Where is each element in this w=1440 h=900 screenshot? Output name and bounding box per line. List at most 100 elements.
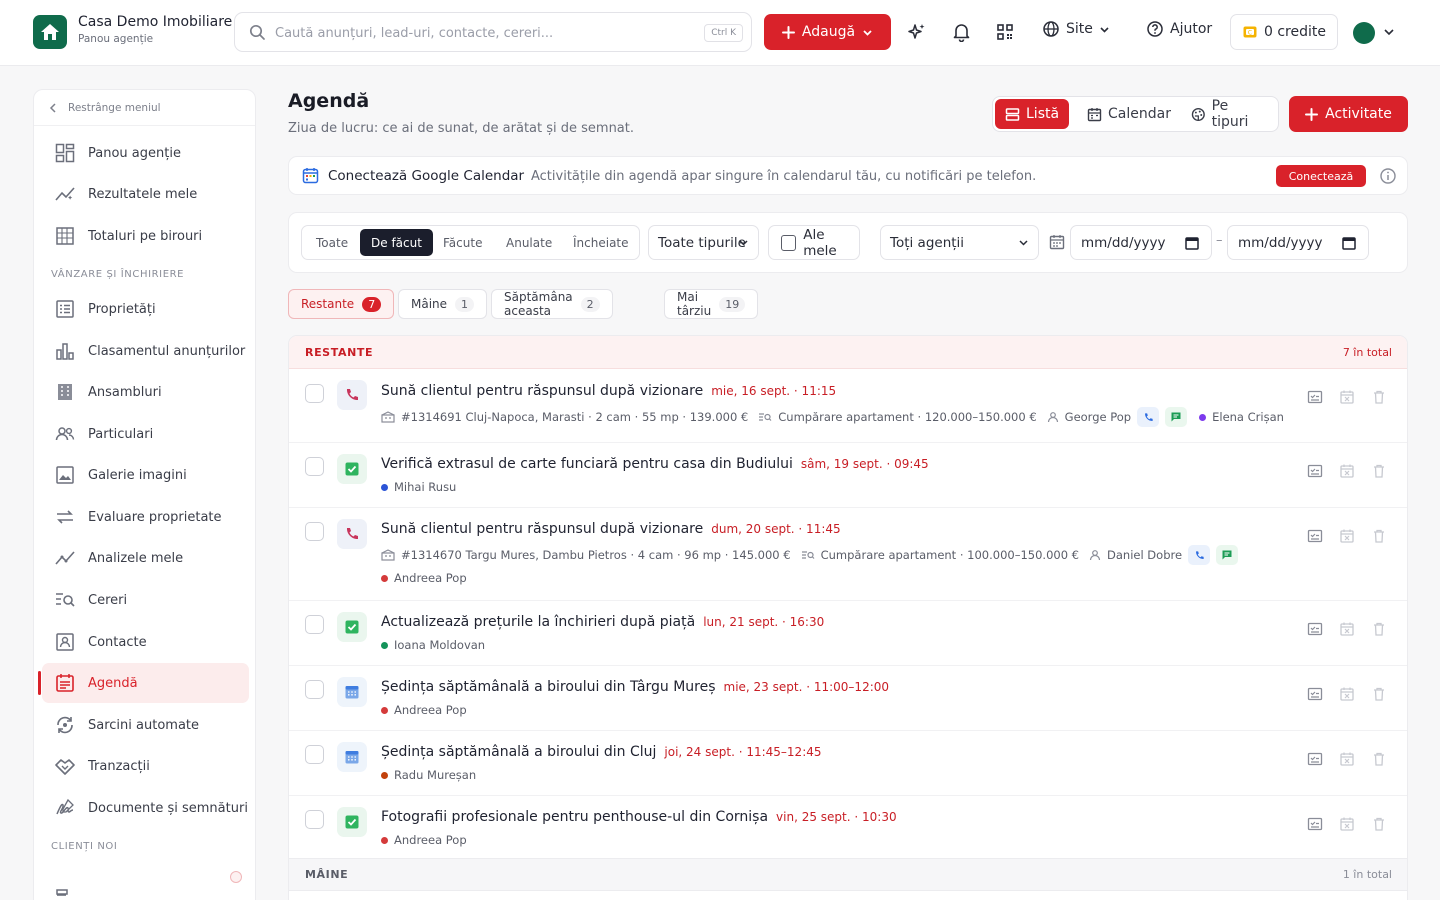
mark-done-button[interactable] [1307,621,1323,637]
cancel-button[interactable] [1339,528,1355,544]
activity-title-line[interactable]: Fotografii profesionale pentru penthouse… [381,809,897,825]
delete-button[interactable] [1371,528,1387,544]
cancel-button[interactable] [1339,686,1355,702]
activity-title-line[interactable]: Ședința săptămânală a biroului din Târgu… [381,679,889,695]
row-checkbox[interactable] [305,522,324,541]
sidebar-item-requests[interactable]: Cereri [42,580,249,620]
date-to-input[interactable]: mm/dd/yyyy [1227,225,1369,260]
row-checkbox[interactable] [305,680,324,699]
delete-button[interactable] [1371,751,1387,767]
delete-button[interactable] [1371,686,1387,702]
sidebar-item-private-sellers[interactable]: Particulari [42,414,249,454]
status-done[interactable]: Făcute [432,229,493,256]
global-search[interactable]: Ctrl K [234,12,752,52]
table-row[interactable]: Sună clientul pentru răspunsul după vizi… [289,369,1407,443]
activity-title-line[interactable]: Sună clientul pentru răspunsul după vizi… [381,383,836,399]
chevron-down-icon[interactable] [1383,26,1395,38]
chip-later[interactable]: Mai târziu 19 [664,289,759,319]
activity-title-line[interactable]: Sună clientul pentru răspunsul după vizi… [381,521,841,537]
cancel-button[interactable] [1339,621,1355,637]
status-all[interactable]: Toate [305,229,359,256]
collapse-menu-button[interactable]: Restrânge meniul [34,90,255,126]
request-info[interactable]: Cumpărare apartament · 100.000–150.000 € [821,548,1079,562]
sidebar-item-automations[interactable]: Sarcini automate [42,705,249,745]
mark-done-button[interactable] [1307,816,1323,832]
view-types-button[interactable]: Pe tipuri [1181,98,1278,130]
delete-button[interactable] [1371,389,1387,405]
mark-done-button[interactable] [1307,528,1323,544]
cancel-button[interactable] [1339,389,1355,405]
activity-title-line[interactable]: Verifică extrasul de carte funciară pent… [381,456,929,472]
activity-title-line[interactable]: Actualizează prețurile la închirieri dup… [381,614,824,630]
row-checkbox[interactable] [305,384,324,403]
sidebar-item-agenda[interactable]: Agendă [38,663,249,703]
table-row[interactable]: Ședința săptămânală a biroului din Târgu… [289,666,1407,731]
status-cancelled[interactable]: Anulate [495,229,563,256]
sidebar-item-office-totals[interactable]: Totaluri pe birouri [42,216,249,256]
request-info[interactable]: Cumpărare apartament · 120.000–150.000 € [778,410,1036,424]
status-closed[interactable]: Încheiate [562,229,640,256]
calendar-picker-icon[interactable] [1185,236,1199,250]
row-checkbox[interactable] [305,615,324,634]
add-button[interactable]: Adaugă [764,14,891,50]
message-contact-button[interactable] [1216,545,1239,565]
table-row[interactable]: Ședința săptămânală a biroului din Cluj … [289,731,1407,796]
row-checkbox[interactable] [305,457,324,476]
qr-button[interactable] [993,20,1017,44]
chip-overdue[interactable]: Restante 7 [288,289,395,319]
agency-logo[interactable] [33,15,67,49]
sidebar-item-complexes[interactable]: Ansambluri [42,372,249,412]
sidebar-item-documents[interactable]: Documente și semnături [42,788,249,828]
mark-done-button[interactable] [1307,751,1323,767]
help-link[interactable]: Ajutor [1146,20,1212,38]
call-contact-button[interactable] [1137,407,1160,427]
info-icon[interactable] [1379,167,1397,185]
sidebar-item-valuation[interactable]: Evaluare proprietate [42,497,249,537]
site-menu[interactable]: Site [1042,20,1110,38]
delete-button[interactable] [1371,463,1387,479]
property-info[interactable]: #1314691 Cluj-Napoca, Marasti · 2 cam · … [401,410,748,424]
sidebar-item-results[interactable]: Rezultatele mele [42,174,249,214]
connect-gcal-button[interactable]: Conectează [1276,165,1366,187]
add-activity-button[interactable]: Activitate [1289,96,1408,132]
table-row[interactable]: Sună clientul pentru răspunsul după vizi… [289,508,1407,601]
view-list-button[interactable]: Listă [995,99,1070,129]
activity-title-line[interactable]: Ședința săptămânală a biroului din Cluj … [381,744,822,760]
search-input[interactable] [275,22,675,44]
mark-done-button[interactable] [1307,389,1323,405]
date-from-input[interactable]: mm/dd/yyyy [1070,225,1212,260]
table-row[interactable]: Fotografii profesionale pentru penthouse… [289,796,1407,861]
row-checkbox[interactable] [305,745,324,764]
agent-select[interactable]: Toți agenții [880,225,1039,260]
view-calendar-button[interactable]: Calendar [1077,99,1181,129]
ai-sparkle-button[interactable] [905,20,929,44]
sidebar-item-listing-ranking[interactable]: Clasamentul anunțurilor [42,331,249,371]
message-contact-button[interactable] [1165,407,1188,427]
mark-done-button[interactable] [1307,686,1323,702]
chip-tomorrow[interactable]: Mâine 1 [398,289,488,319]
sidebar-item-transactions[interactable]: Tranzacții [42,746,249,786]
mark-done-button[interactable] [1307,463,1323,479]
type-select[interactable]: Toate tipurile [648,225,759,260]
status-todo[interactable]: De făcut [360,229,433,256]
sidebar-item-properties[interactable]: Proprietăți [42,289,249,329]
delete-button[interactable] [1371,816,1387,832]
delete-button[interactable] [1371,621,1387,637]
chip-this-week[interactable]: Săptămâna aceasta 2 [491,289,613,319]
credits-button[interactable]: C 0 credite [1230,14,1338,50]
user-avatar[interactable] [1353,22,1375,44]
contact-name[interactable]: George Pop [1065,410,1131,424]
sidebar-item-contacts[interactable]: Contacte [42,622,249,662]
sidebar-item-image-gallery[interactable]: Galerie imagini [42,455,249,495]
cancel-button[interactable] [1339,463,1355,479]
call-contact-button[interactable] [1188,545,1211,565]
cancel-button[interactable] [1339,816,1355,832]
table-row[interactable]: Actualizează prețurile la închirieri dup… [289,601,1407,666]
table-row[interactable]: Verifică extrasul de carte funciară pent… [289,443,1407,508]
notifications-button[interactable] [949,20,973,44]
property-info[interactable]: #1314670 Targu Mures, Dambu Pietros · 4 … [401,548,791,562]
sidebar-item-next[interactable] [42,878,249,900]
calendar-picker-icon[interactable] [1342,236,1356,250]
contact-name[interactable]: Daniel Dobre [1107,548,1182,562]
cancel-button[interactable] [1339,751,1355,767]
